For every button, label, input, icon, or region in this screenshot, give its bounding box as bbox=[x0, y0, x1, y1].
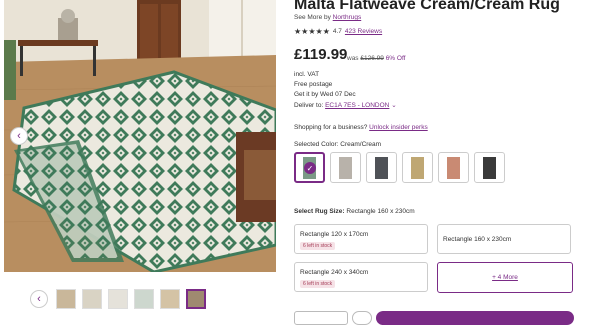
stock-badge: 6 left in stock bbox=[300, 242, 336, 250]
thumbnail-strip bbox=[56, 288, 206, 310]
size-option-label: Rectangle 120 x 170cm bbox=[300, 231, 369, 238]
thumbnail-4[interactable] bbox=[134, 289, 154, 309]
swatch-charcoal[interactable] bbox=[366, 152, 397, 183]
postage-text: Free postage bbox=[294, 81, 333, 88]
selected-color: Selected Color: Cream/Cream bbox=[294, 141, 381, 148]
thumbnail-6[interactable] bbox=[186, 289, 206, 309]
more-sizes-button[interactable]: + 4 More bbox=[437, 262, 573, 293]
swatch-cream-mustard[interactable] bbox=[402, 152, 433, 183]
thumbs-prev-arrow[interactable]: ‹ bbox=[30, 290, 48, 308]
main-product-image[interactable]: ‹ bbox=[4, 0, 276, 272]
see-more-prefix: See More by bbox=[294, 14, 331, 21]
color-swatches: ✓ bbox=[294, 152, 505, 183]
thumbnail-1[interactable] bbox=[56, 289, 76, 309]
chevron-left-icon: ‹ bbox=[37, 293, 41, 305]
selected-size-label: Select Rug Size: bbox=[294, 208, 345, 215]
swatch-terracotta[interactable] bbox=[438, 152, 469, 183]
vat-text: incl. VAT bbox=[294, 71, 320, 78]
deliver-to: Deliver to: EC1A 7ES - LONDON ⌄ bbox=[294, 101, 397, 109]
selected-color-label: Selected Color: bbox=[294, 141, 339, 148]
rug-room-photo bbox=[4, 0, 276, 272]
swatch-image bbox=[447, 156, 460, 179]
size-option-label: Rectangle 160 x 230cm bbox=[443, 236, 512, 243]
insider-perks-link[interactable]: Unlock insider perks bbox=[369, 124, 428, 131]
swatch-image bbox=[483, 156, 496, 179]
was-price-row: was £126.99 6% Off bbox=[347, 55, 405, 62]
add-to-basket-button[interactable] bbox=[376, 311, 574, 325]
brand-link[interactable]: Northrugs bbox=[333, 14, 362, 21]
swatch-cream-green[interactable]: ✓ bbox=[294, 152, 325, 183]
thumbnail-2[interactable] bbox=[82, 289, 102, 309]
image-prev-arrow[interactable]: ‹ bbox=[10, 127, 28, 145]
selected-color-value: Cream/Cream bbox=[340, 141, 382, 148]
size-option-160x230[interactable]: Rectangle 160 x 230cm bbox=[437, 224, 571, 254]
selected-size: Select Rug Size: Rectangle 160 x 230cm bbox=[294, 208, 415, 215]
chevron-left-icon: ‹ bbox=[17, 130, 21, 142]
business-prompt: Shopping for a business? Unlock insider … bbox=[294, 124, 428, 131]
was-prefix: was bbox=[347, 55, 359, 62]
size-option-label: Rectangle 240 x 340cm bbox=[300, 269, 369, 276]
swatch-image bbox=[411, 156, 424, 179]
stock-badge: 6 left in stock bbox=[300, 280, 336, 288]
was-price: £126.99 bbox=[360, 55, 384, 62]
discount-badge: 6% Off bbox=[385, 55, 406, 62]
swatch-black-white[interactable] bbox=[474, 152, 505, 183]
thumbnail-5[interactable] bbox=[160, 289, 180, 309]
size-option-240x340[interactable]: Rectangle 240 x 340cm 6 left in stock bbox=[294, 262, 428, 292]
price: £119.99 bbox=[294, 46, 348, 63]
check-icon: ✓ bbox=[304, 162, 316, 174]
delivery-date: Get it by Wed 07 Dec bbox=[294, 91, 356, 98]
rating-value: 4.7 bbox=[332, 28, 342, 35]
wishlist-button[interactable] bbox=[352, 311, 372, 325]
rating-stars-icon: ★★★★★ bbox=[294, 27, 330, 36]
quantity-stepper[interactable] bbox=[294, 311, 348, 325]
rating-row: ★★★★★ 4.7 423 Reviews bbox=[294, 27, 382, 36]
swatch-image bbox=[339, 156, 352, 179]
reviews-link[interactable]: 423 Reviews bbox=[345, 28, 382, 35]
chevron-down-icon: ⌄ bbox=[391, 102, 397, 109]
product-title: Malta Flatweave Cream/Cream Rug bbox=[294, 0, 560, 13]
see-more-by: See More by Northrugs bbox=[294, 14, 361, 21]
deliver-to-prefix: Deliver to: bbox=[294, 102, 324, 109]
swatch-cream-grey[interactable] bbox=[330, 152, 361, 183]
business-prefix: Shopping for a business? bbox=[294, 124, 368, 131]
selected-size-value: Rectangle 160 x 230cm bbox=[346, 208, 415, 215]
size-option-120x170[interactable]: Rectangle 120 x 170cm 6 left in stock bbox=[294, 224, 428, 254]
thumbnail-3[interactable] bbox=[108, 289, 128, 309]
deliver-to-link[interactable]: EC1A 7ES - LONDON bbox=[325, 102, 389, 109]
swatch-image bbox=[375, 156, 388, 179]
